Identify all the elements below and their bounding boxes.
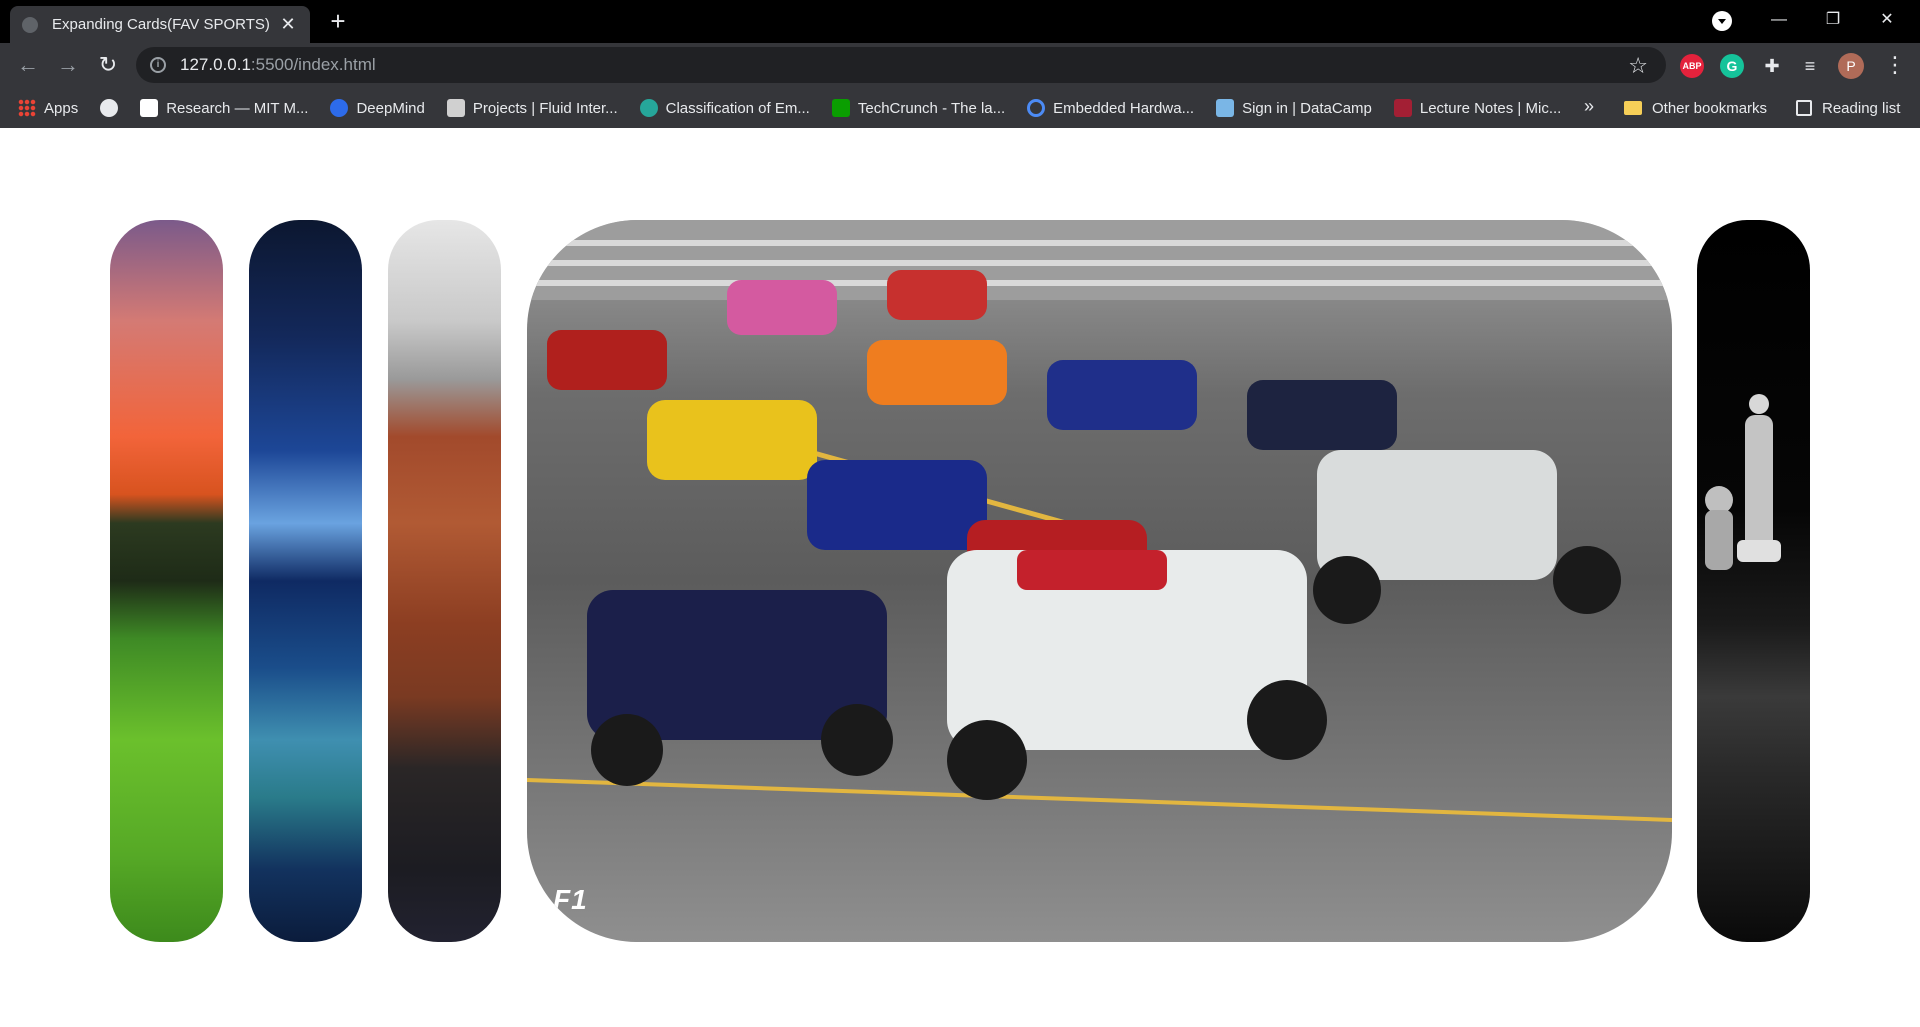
card-title: F1 xyxy=(553,884,588,915)
card-football[interactable] xyxy=(249,220,362,942)
tab-title: Expanding Cards(FAV SPORTS) xyxy=(52,16,270,33)
deepmind-icon xyxy=(330,99,349,117)
site-info-icon[interactable]: i xyxy=(150,57,166,73)
card-chess[interactable] xyxy=(1697,220,1810,942)
grammarly-extension-icon[interactable]: G xyxy=(1720,54,1744,78)
bookmark-star-icon[interactable]: ☆ xyxy=(1628,53,1648,79)
bookmark-label: TechCrunch - The la... xyxy=(857,99,1006,117)
techcrunch-icon xyxy=(831,99,850,117)
extensions-puzzle-icon[interactable]: ✚ xyxy=(1760,54,1784,78)
restore-button[interactable]: ❐ xyxy=(1810,0,1856,40)
bookmark-deepmind[interactable]: DeepMind xyxy=(330,99,425,117)
back-button[interactable]: ← xyxy=(12,49,44,81)
forward-button[interactable]: → xyxy=(52,49,84,81)
card-basketball[interactable] xyxy=(388,220,501,942)
reading-list[interactable]: Reading list xyxy=(1796,88,1900,128)
bookmark-label: Lecture Notes | Mic... xyxy=(1419,99,1562,117)
document-icon xyxy=(446,99,465,117)
page-content: F1 xyxy=(0,128,1920,1027)
folder-icon xyxy=(1624,101,1642,115)
bookmark-label: Research — MIT M... xyxy=(166,99,309,117)
bookmark-lecture-notes[interactable]: Lecture Notes | Mic... xyxy=(1393,99,1562,117)
paper-icon xyxy=(639,99,658,117)
reading-list-icon xyxy=(1796,100,1812,116)
adblock-extension-icon[interactable]: ABP xyxy=(1680,54,1704,78)
bookmark-classification[interactable]: Classification of Em... xyxy=(639,99,810,117)
card-cricket[interactable] xyxy=(110,220,223,942)
chess-pieces-image xyxy=(1705,394,1781,570)
bookmark-label: Projects | Fluid Inter... xyxy=(472,99,618,117)
other-bookmarks-label: Other bookmarks xyxy=(1652,99,1768,117)
infinity-icon xyxy=(1027,99,1046,117)
browser-toolbar: ← → ↻ i 127.0.0.1 :5500/index.html ☆ ABP… xyxy=(0,43,1920,88)
bookmark-research[interactable]: Research — MIT M... xyxy=(140,99,308,117)
browser-tab[interactable]: Expanding Cards(FAV SPORTS) ✕ xyxy=(10,6,310,43)
reload-button[interactable]: ↻ xyxy=(92,49,124,81)
bookmarks-bar: Apps Research — MIT M... DeepMind Projec… xyxy=(0,88,1920,128)
menu-kebab-icon[interactable]: ⋮ xyxy=(1884,51,1906,79)
reading-list-label: Reading list xyxy=(1822,99,1901,117)
bookmark-techcrunch[interactable]: TechCrunch - The la... xyxy=(831,99,1006,117)
url-host: 127.0.0.1 xyxy=(180,55,251,74)
f1-race-image xyxy=(527,220,1672,822)
bookmark-label: Apps xyxy=(44,99,79,117)
other-bookmarks[interactable]: Other bookmarks xyxy=(1624,88,1767,128)
profile-avatar[interactable]: P xyxy=(1838,53,1864,79)
bookmark-label: DeepMind xyxy=(356,99,425,117)
close-tab-icon[interactable]: ✕ xyxy=(278,14,298,35)
bookmark-label: Classification of Em... xyxy=(665,99,810,117)
new-tab-button[interactable]: + xyxy=(324,8,352,36)
title-bar: Expanding Cards(FAV SPORTS) ✕ + — ❐ ✕ xyxy=(0,0,1920,43)
bookmark-embedded[interactable]: Embedded Hardwa... xyxy=(1027,99,1194,117)
tab-search-icon[interactable] xyxy=(1712,11,1732,31)
shield-icon xyxy=(1216,99,1235,117)
bookmark-projects[interactable]: Projects | Fluid Inter... xyxy=(446,99,618,117)
minimize-button[interactable]: — xyxy=(1756,0,1802,40)
close-window-button[interactable]: ✕ xyxy=(1864,0,1910,40)
globe-icon xyxy=(22,16,38,33)
bookmark-datacamp[interactable]: Sign in | DataCamp xyxy=(1216,99,1372,117)
bookmark-label: Sign in | DataCamp xyxy=(1242,99,1372,117)
globe-icon[interactable] xyxy=(100,99,119,117)
mit-ocw-icon xyxy=(1393,99,1412,117)
apps-grid-icon xyxy=(18,99,36,117)
media-control-icon[interactable]: ≡ xyxy=(1798,54,1822,78)
bookmark-apps[interactable]: Apps xyxy=(18,99,78,117)
bookmark-label: Embedded Hardwa... xyxy=(1053,99,1195,117)
address-bar[interactable]: i 127.0.0.1 :5500/index.html ☆ xyxy=(136,47,1666,83)
card-f1-active[interactable]: F1 xyxy=(527,220,1672,942)
more-bookmarks-chevron[interactable]: » xyxy=(1584,96,1594,117)
mit-media-icon xyxy=(140,99,159,117)
url-path: :5500/index.html xyxy=(250,55,376,74)
